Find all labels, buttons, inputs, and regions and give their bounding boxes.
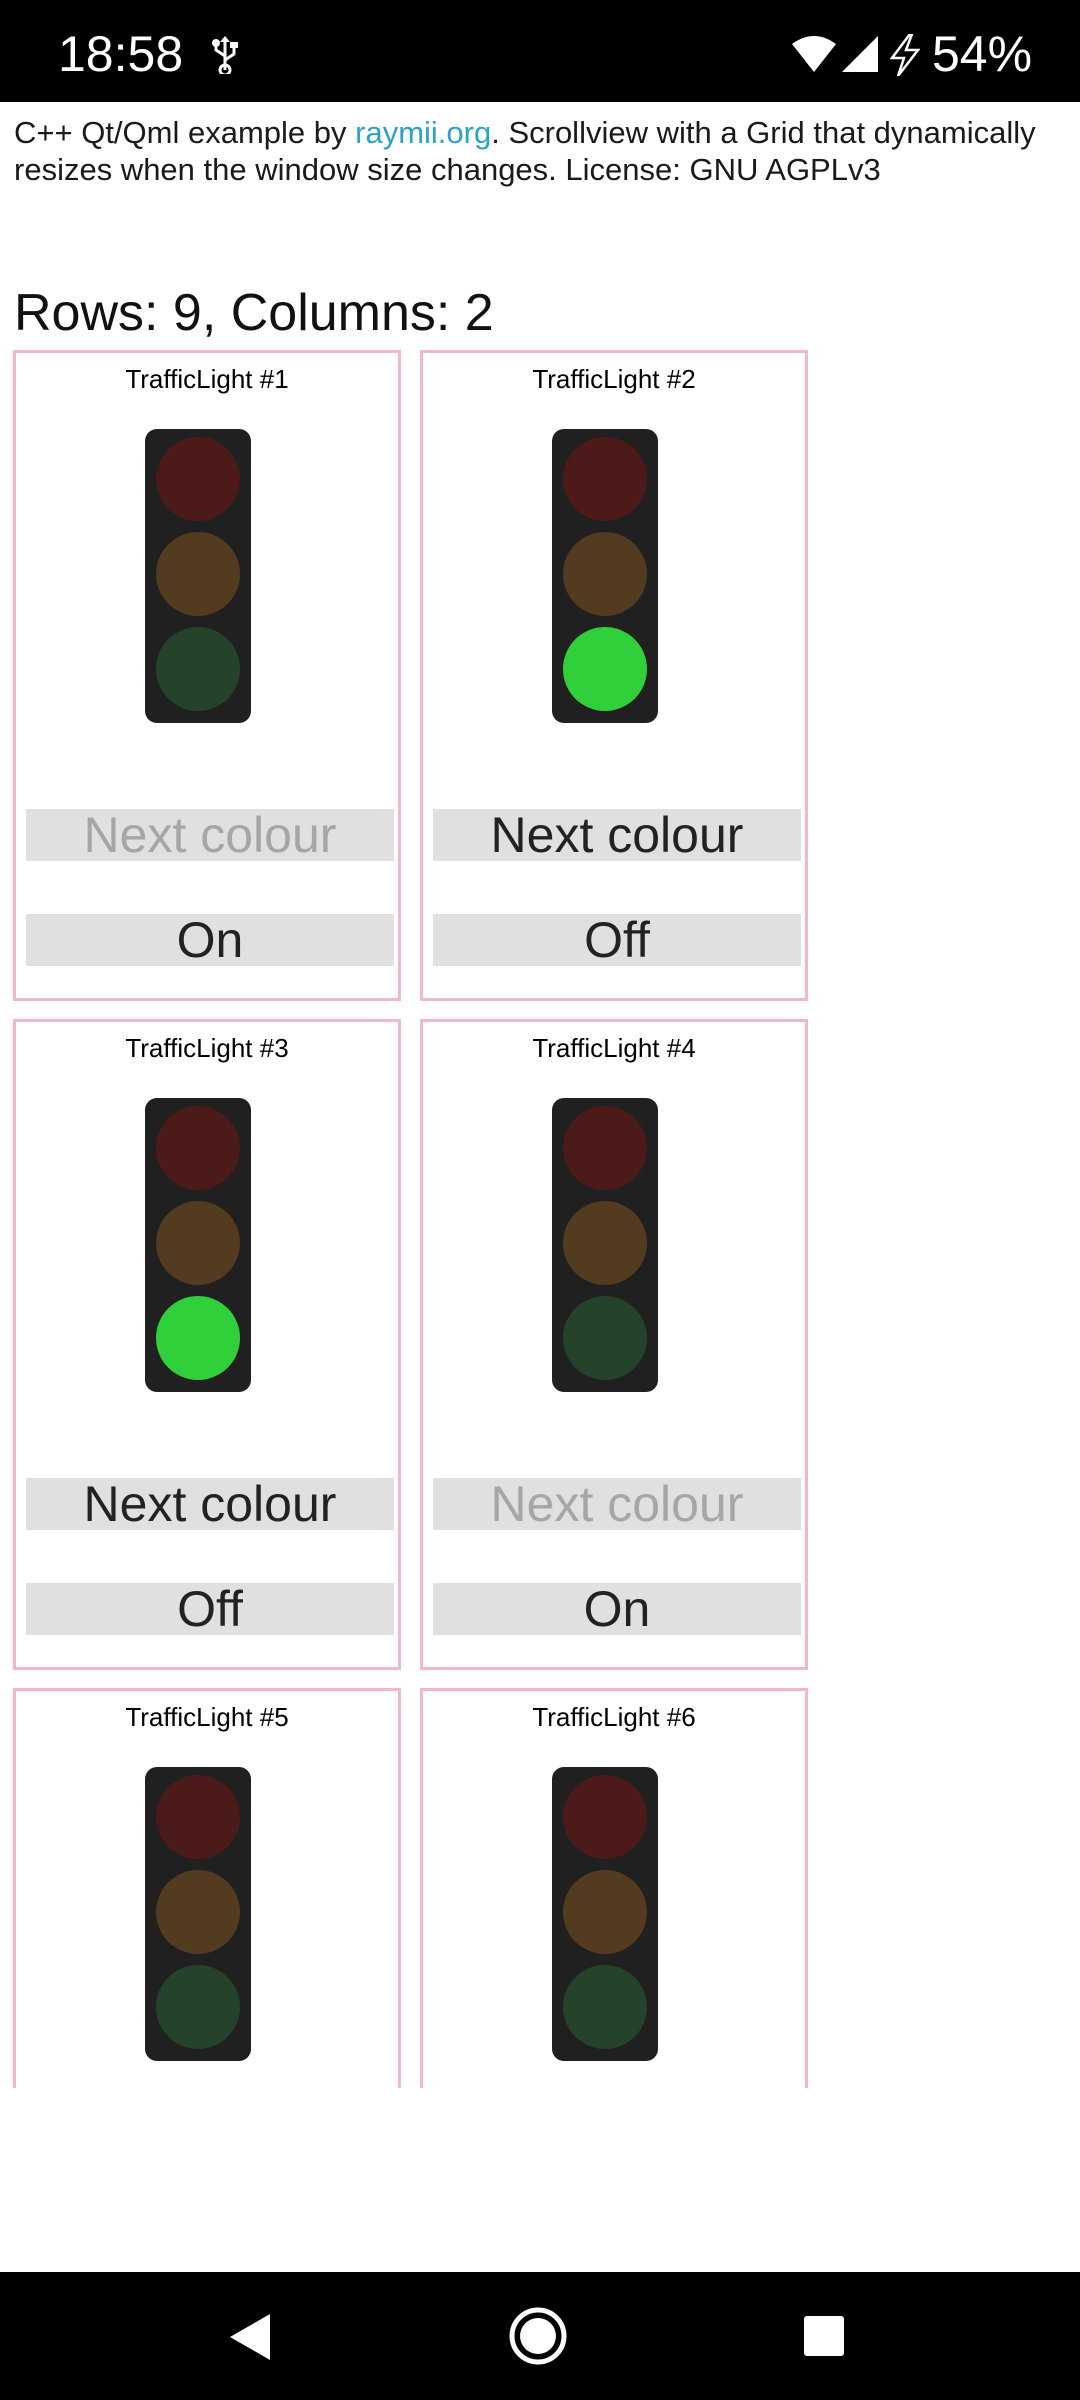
yellow-lamp <box>156 1870 240 1954</box>
traffic-light <box>552 1767 658 2061</box>
status-time: 18:58 <box>58 26 184 82</box>
next-colour-button[interactable]: Next colour <box>26 1478 394 1530</box>
traffic-light-card: TrafficLight #1 Next colour On <box>13 350 401 1001</box>
intro-prefix: C++ Qt/Qml example by <box>14 115 356 150</box>
next-colour-button[interactable]: Next colour <box>433 809 801 861</box>
traffic-light <box>145 429 251 723</box>
on-off-button[interactable]: On <box>26 914 394 966</box>
on-off-button[interactable]: Off <box>433 914 801 966</box>
scroll-view[interactable]: C++ Qt/Qml example by raymii.org. Scroll… <box>0 102 1066 2272</box>
grid-clip-area <box>0 2088 1066 2272</box>
red-lamp <box>563 437 647 521</box>
traffic-light-title: TrafficLight #1 <box>125 364 289 394</box>
green-lamp <box>563 1296 647 1380</box>
red-lamp <box>563 1106 647 1190</box>
traffic-light-title: TrafficLight #6 <box>532 1702 696 1732</box>
traffic-light-title: TrafficLight #2 <box>532 364 696 394</box>
traffic-light-title: TrafficLight #5 <box>125 1702 289 1732</box>
traffic-light <box>145 1767 251 2061</box>
battery-percentage: 54% <box>932 26 1033 82</box>
signal-icon <box>842 36 878 72</box>
green-lamp <box>156 627 240 711</box>
traffic-light-card: TrafficLight #4 Next colour On <box>420 1019 808 1670</box>
traffic-light <box>552 1098 658 1392</box>
raymii-link[interactable]: raymii.org <box>355 115 491 150</box>
wifi-icon <box>792 36 836 72</box>
traffic-light-title: TrafficLight #4 <box>532 1033 696 1063</box>
yellow-lamp <box>156 532 240 616</box>
traffic-light <box>552 429 658 723</box>
red-lamp <box>156 1775 240 1859</box>
grid-size-label: Rows: 9, Columns: 2 <box>14 284 494 342</box>
on-off-button[interactable]: Off <box>26 1583 394 1635</box>
next-colour-button[interactable]: Next colour <box>26 809 394 861</box>
on-off-button[interactable]: On <box>433 1583 801 1635</box>
back-icon[interactable] <box>226 2312 272 2362</box>
traffic-light-title: TrafficLight #3 <box>125 1033 289 1063</box>
yellow-lamp <box>156 1201 240 1285</box>
red-lamp <box>156 437 240 521</box>
traffic-light-card: TrafficLight #2 Next colour Off <box>420 350 808 1001</box>
green-lamp <box>563 627 647 711</box>
red-lamp <box>563 1775 647 1859</box>
green-lamp <box>563 1965 647 2049</box>
home-icon[interactable] <box>508 2306 568 2366</box>
red-lamp <box>156 1106 240 1190</box>
yellow-lamp <box>563 1870 647 1954</box>
status-bar: 18:58 54% <box>0 0 1080 102</box>
yellow-lamp <box>563 1201 647 1285</box>
charging-bolt-icon <box>890 34 920 76</box>
traffic-light <box>145 1098 251 1392</box>
green-lamp <box>156 1296 240 1380</box>
usb-icon <box>212 36 238 74</box>
recents-icon[interactable] <box>804 2316 844 2356</box>
green-lamp <box>156 1965 240 2049</box>
yellow-lamp <box>563 532 647 616</box>
intro-text: C++ Qt/Qml example by raymii.org. Scroll… <box>14 114 1054 188</box>
next-colour-button[interactable]: Next colour <box>433 1478 801 1530</box>
traffic-light-card: TrafficLight #3 Next colour Off <box>13 1019 401 1670</box>
navigation-bar <box>0 2272 1080 2400</box>
